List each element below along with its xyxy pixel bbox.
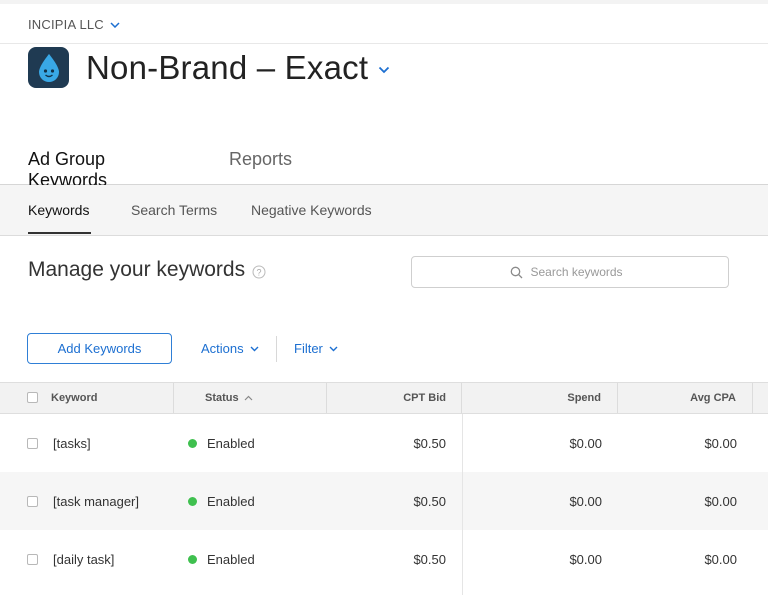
cpt-bid-cell[interactable]: $0.50: [413, 494, 446, 509]
column-header-spend[interactable]: Spend: [567, 383, 601, 413]
tab-keywords[interactable]: Keywords: [28, 202, 91, 234]
filter-label: Filter: [294, 341, 323, 356]
column-divider: [173, 383, 174, 413]
org-name: INCIPIA LLC: [28, 17, 104, 32]
svg-text:?: ?: [257, 267, 262, 277]
table-row[interactable]: [task manager] Enabled $0.50 $0.00 $0.00: [0, 472, 768, 530]
status-cell: Enabled: [207, 436, 255, 451]
ad-group-chevron-down-icon[interactable]: [378, 66, 390, 74]
chevron-down-icon: [250, 346, 259, 351]
status-enabled-icon: [188, 497, 197, 506]
tab-negative-keywords[interactable]: Negative Keywords: [251, 202, 372, 218]
column-divider: [326, 383, 327, 413]
column-header-keyword[interactable]: Keyword: [51, 383, 97, 413]
ad-group-header: Non-Brand – Exact: [28, 47, 390, 88]
add-keywords-button[interactable]: Add Keywords: [27, 333, 172, 364]
status-enabled-icon: [188, 439, 197, 448]
table-row[interactable]: [tasks] Enabled $0.50 $0.00 $0.00: [0, 414, 768, 472]
column-header-cpt-bid[interactable]: CPT Bid: [403, 383, 446, 413]
cpt-bid-cell[interactable]: $0.50: [413, 436, 446, 451]
top-bar: INCIPIA LLC: [0, 0, 768, 44]
select-all-checkbox[interactable]: [27, 392, 38, 403]
manage-title: Manage your keywords: [28, 258, 246, 281]
actions-dropdown[interactable]: Actions: [201, 341, 259, 356]
table-header: Keyword Status CPT Bid Spend Avg CPA: [0, 382, 768, 414]
spend-cell: $0.00: [569, 436, 602, 451]
keyword-cell: [tasks]: [53, 436, 91, 451]
keyword-cell: [task manager]: [53, 494, 139, 509]
filter-dropdown[interactable]: Filter: [294, 341, 338, 356]
main-tabs: Ad Group Keywords Reports: [0, 137, 768, 207]
spend-cell: $0.00: [569, 494, 602, 509]
table-row[interactable]: [daily task] Enabled $0.50 $0.00 $0.00: [0, 530, 768, 595]
column-header-status[interactable]: Status: [205, 383, 253, 413]
chevron-down-icon: [110, 21, 120, 28]
avg-cpa-cell: $0.00: [704, 552, 737, 567]
toolbar-divider: [276, 336, 277, 362]
actions-label: Actions: [201, 341, 244, 356]
manage-heading: Manage your keywords ?: [28, 258, 266, 282]
search-icon: [510, 266, 522, 278]
column-divider: [461, 383, 462, 413]
search-box[interactable]: [411, 256, 729, 288]
ad-group-title: Non-Brand – Exact: [86, 48, 369, 86]
avg-cpa-cell: $0.00: [704, 494, 737, 509]
droplet-icon: [38, 53, 59, 82]
droplet-app-icon: [28, 47, 69, 88]
status-enabled-icon: [188, 555, 197, 564]
search-input[interactable]: [530, 265, 631, 279]
spend-cell: $0.00: [569, 552, 602, 567]
keyword-cell: [daily task]: [53, 552, 115, 567]
sort-ascending-icon: [244, 395, 253, 401]
status-cell: Enabled: [207, 494, 255, 509]
tab-reports[interactable]: Reports: [229, 149, 292, 170]
row-checkbox[interactable]: [27, 438, 38, 449]
org-switcher[interactable]: INCIPIA LLC: [28, 17, 120, 32]
avg-cpa-cell: $0.00: [704, 436, 737, 451]
cpt-bid-cell[interactable]: $0.50: [413, 552, 446, 567]
column-header-avg-cpa[interactable]: Avg CPA: [690, 383, 736, 413]
column-divider: [752, 383, 753, 413]
chevron-down-icon: [329, 346, 338, 351]
column-divider: [462, 414, 463, 595]
row-checkbox[interactable]: [27, 496, 38, 507]
column-divider: [617, 383, 618, 413]
sub-tabs: Keywords Search Terms Negative Keywords: [0, 185, 768, 236]
tab-search-terms[interactable]: Search Terms: [131, 202, 217, 218]
row-checkbox[interactable]: [27, 554, 38, 565]
help-icon[interactable]: ?: [252, 265, 266, 279]
status-cell: Enabled: [207, 552, 255, 567]
column-header-status-label: Status: [205, 392, 239, 404]
